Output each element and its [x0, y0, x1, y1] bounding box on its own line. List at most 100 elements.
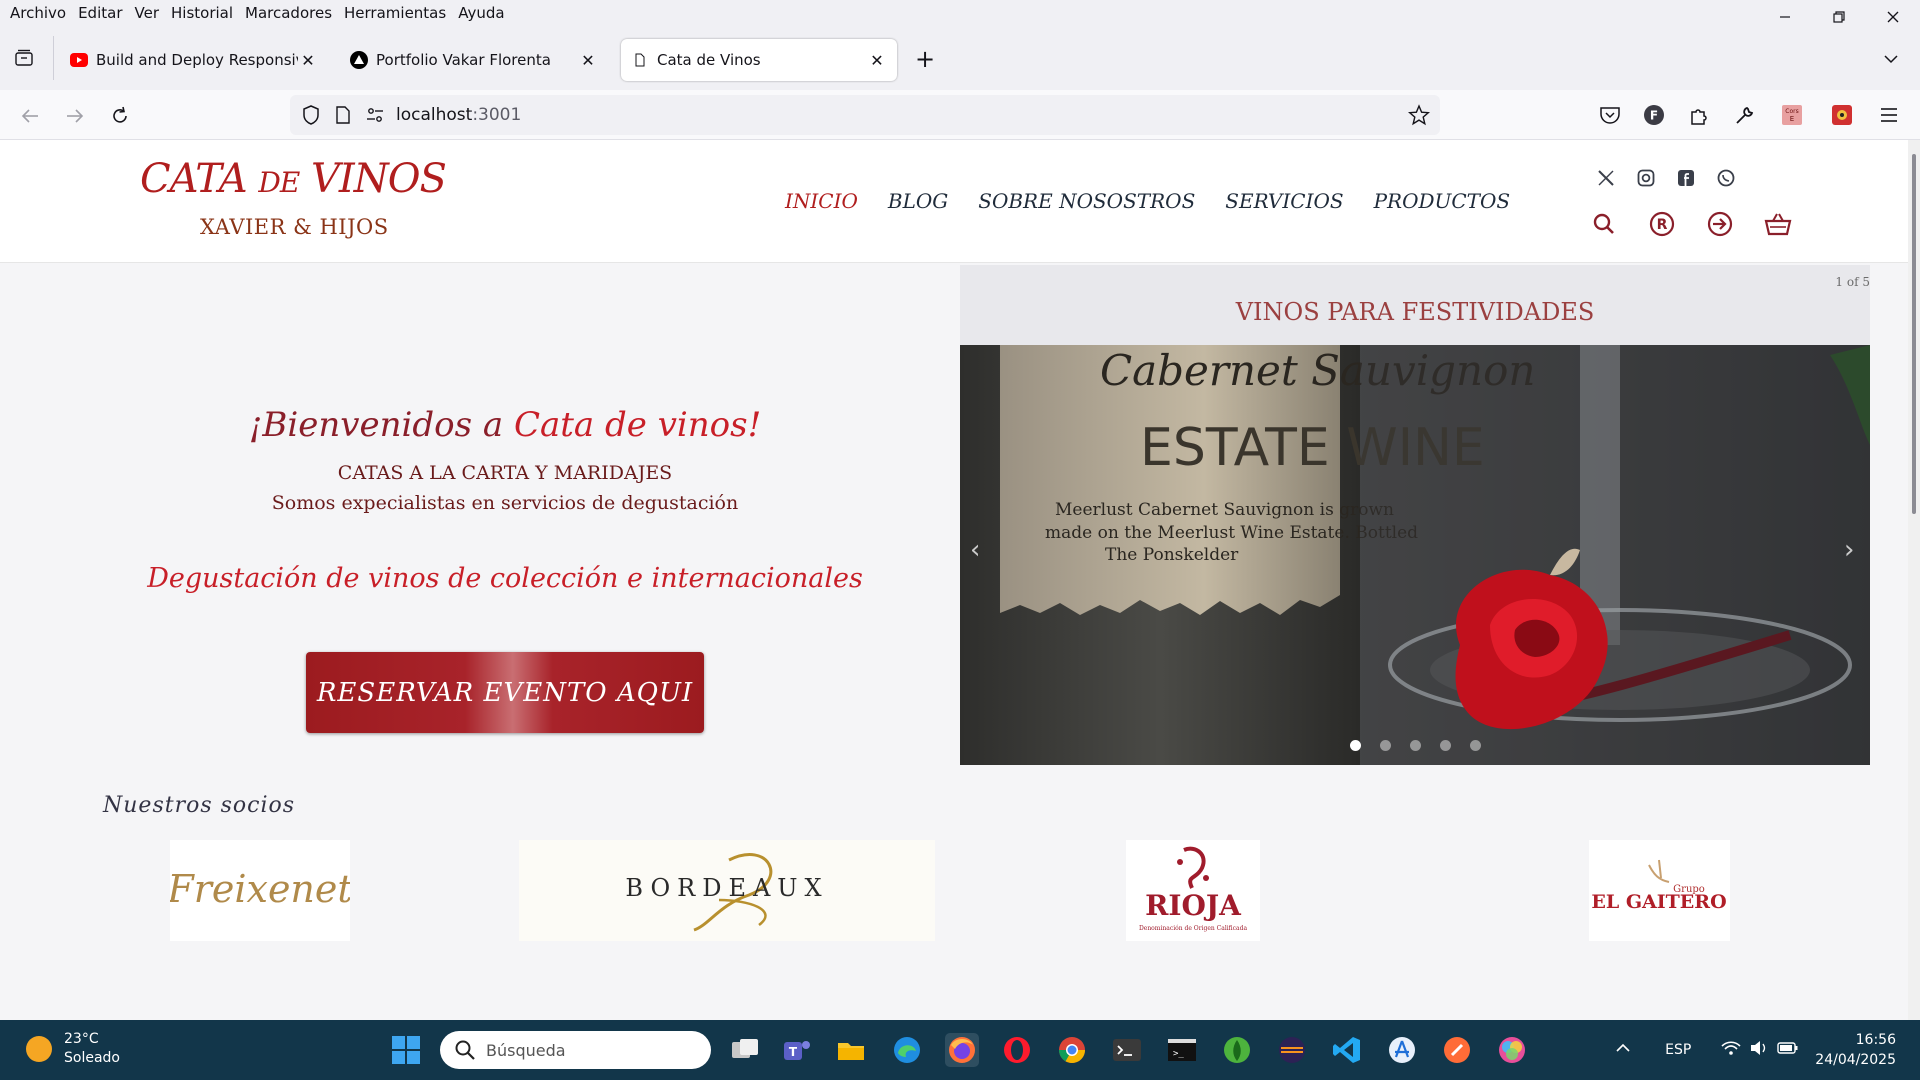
partner-rioja[interactable]: RIOJA Denominación de Origen Calificada: [1126, 840, 1260, 941]
search-icon[interactable]: [1590, 210, 1618, 238]
tab-list-button[interactable]: [10, 44, 38, 72]
permissions-icon[interactable]: [364, 104, 386, 126]
tab-youtube[interactable]: Build and Deploy Responsive Re ✕: [60, 39, 328, 81]
menu-editar[interactable]: Editar: [72, 4, 128, 22]
carousel-dot[interactable]: [1380, 740, 1391, 751]
tab-cata-de-vinos[interactable]: Cata de Vinos ✕: [621, 39, 897, 81]
carousel-indicators: [1350, 740, 1481, 751]
menu-herramientas[interactable]: Herramientas: [338, 4, 452, 22]
battery-icon[interactable]: [1777, 1041, 1799, 1059]
tab-overflow-button[interactable]: [1880, 48, 1902, 70]
mongodb-compass-icon[interactable]: [1220, 1033, 1254, 1067]
whatsapp-icon[interactable]: [1715, 167, 1737, 189]
carousel-dot[interactable]: [1440, 740, 1451, 751]
page-info-icon[interactable]: [332, 104, 354, 126]
wine-bottle-rose-image: Cabernet Sauvignon ESTATE WINE Meerlust …: [960, 345, 1870, 765]
facebook-icon[interactable]: [1675, 167, 1697, 189]
extensions-button[interactable]: [1686, 102, 1712, 128]
nav-inicio[interactable]: INICIO: [785, 189, 858, 213]
freixenet-logo: Freixenet: [170, 867, 350, 911]
menu-ver[interactable]: Ver: [129, 4, 166, 22]
firefox-icon[interactable]: [945, 1033, 979, 1067]
tab-close-button[interactable]: ✕: [867, 50, 887, 70]
menu-historial[interactable]: Historial: [165, 4, 239, 22]
shield-icon[interactable]: [300, 104, 322, 126]
menu-ayuda[interactable]: Ayuda: [452, 4, 510, 22]
devtools-button[interactable]: [1732, 102, 1758, 128]
app-menu-button[interactable]: [1876, 102, 1902, 128]
svg-text:E: E: [1790, 115, 1794, 123]
shopping-basket-icon[interactable]: [1764, 210, 1792, 238]
url-bar[interactable]: localhost:3001: [290, 95, 1440, 135]
carousel-title: VINOS PARA FESTIVIDADES: [1235, 298, 1595, 326]
system-tray: ESP 16:56 24/04/2025: [1615, 1020, 1920, 1080]
eclipse-icon[interactable]: [1275, 1033, 1309, 1067]
postman-icon[interactable]: [1440, 1033, 1474, 1067]
welcome-text: ¡Bienvenidos a: [248, 405, 514, 445]
edge-icon[interactable]: [890, 1033, 924, 1067]
teams-icon[interactable]: T: [780, 1033, 814, 1067]
carousel-dot[interactable]: [1470, 740, 1481, 751]
nav-sobre-nosotros[interactable]: SOBRE NOSOSTROS: [978, 189, 1195, 213]
vscode-icon[interactable]: [1330, 1033, 1364, 1067]
pocket-button[interactable]: [1597, 102, 1623, 128]
login-icon[interactable]: [1706, 210, 1734, 238]
color-picker-icon[interactable]: [1495, 1033, 1529, 1067]
tab-portfolio[interactable]: Portfolio Vakar Florenta ✕: [340, 39, 608, 81]
menu-archivo[interactable]: Archivo: [4, 4, 72, 22]
forward-button[interactable]: [61, 102, 89, 130]
search-icon: [455, 1040, 475, 1060]
clock[interactable]: 16:56 24/04/2025: [1815, 1030, 1896, 1070]
account-icon: F: [1644, 105, 1664, 125]
search-placeholder: Búsqueda: [486, 1040, 566, 1060]
url-text[interactable]: localhost:3001: [396, 105, 521, 125]
carousel-prev-button[interactable]: ‹: [970, 535, 990, 565]
opera-icon[interactable]: [1000, 1033, 1034, 1067]
partner-bordeaux[interactable]: BORDEAUX: [519, 840, 935, 941]
x-twitter-icon[interactable]: [1595, 167, 1617, 189]
nav-servicios[interactable]: SERVICIOS: [1225, 189, 1343, 213]
tray-overflow-button[interactable]: [1615, 1041, 1631, 1059]
register-icon[interactable]: R: [1648, 210, 1676, 238]
chrome-icon[interactable]: [1055, 1033, 1089, 1067]
carousel-dot[interactable]: [1350, 740, 1361, 751]
carousel-image: Cabernet Sauvignon ESTATE WINE Meerlust …: [960, 345, 1870, 765]
instagram-icon[interactable]: [1635, 167, 1657, 189]
back-button[interactable]: [16, 102, 44, 130]
task-view-icon[interactable]: [728, 1033, 762, 1067]
terminal-icon[interactable]: [1110, 1033, 1144, 1067]
tab-separator: [53, 36, 54, 80]
account-button[interactable]: F: [1641, 102, 1667, 128]
bookmark-star-icon[interactable]: [1407, 104, 1431, 126]
nav-blog[interactable]: BLOG: [888, 189, 948, 213]
start-button[interactable]: [391, 1035, 421, 1065]
partner-freixenet[interactable]: Freixenet: [170, 840, 350, 941]
navigation-bar: localhost:3001 F Cors E: [0, 90, 1920, 140]
reservar-evento-button[interactable]: RESERVAR EVENTO AQUI: [306, 652, 704, 733]
reload-button[interactable]: [106, 102, 134, 130]
language-indicator[interactable]: ESP: [1665, 1042, 1691, 1058]
nav-productos[interactable]: PRODUCTOS: [1374, 189, 1511, 213]
carousel-next-button[interactable]: ›: [1844, 535, 1864, 565]
extension-button[interactable]: [1829, 102, 1855, 128]
page-scrollbar[interactable]: [1908, 140, 1920, 1020]
app-store-icon[interactable]: [1385, 1033, 1419, 1067]
subtitle-line-2: Somos expecialistas en servicios de degu…: [271, 492, 739, 514]
chevron-down-icon: [1884, 55, 1898, 64]
tab-close-button[interactable]: ✕: [298, 50, 318, 70]
menu-marcadores[interactable]: Marcadores: [239, 4, 338, 22]
site-logo[interactable]: CATA DE VINOS: [140, 156, 447, 202]
carousel-dot[interactable]: [1410, 740, 1421, 751]
file-explorer-icon[interactable]: [834, 1033, 868, 1067]
scrollbar-thumb[interactable]: [1912, 154, 1916, 514]
tab-close-button[interactable]: ✕: [578, 50, 598, 70]
rioja-logo: RIOJA Denominación de Origen Calificada: [1139, 846, 1247, 932]
taskbar-search[interactable]: Búsqueda: [440, 1031, 711, 1069]
weather-widget[interactable]: 23°C Soleado: [26, 1030, 120, 1068]
command-prompt-icon[interactable]: >_: [1165, 1033, 1199, 1067]
wifi-icon[interactable]: [1721, 1040, 1741, 1060]
volume-icon[interactable]: [1749, 1040, 1769, 1060]
partner-el-gaitero[interactable]: Grupo EL GAITERO: [1589, 840, 1730, 941]
new-tab-button[interactable]: +: [912, 45, 938, 73]
cors-extension-button[interactable]: Cors E: [1779, 102, 1805, 128]
